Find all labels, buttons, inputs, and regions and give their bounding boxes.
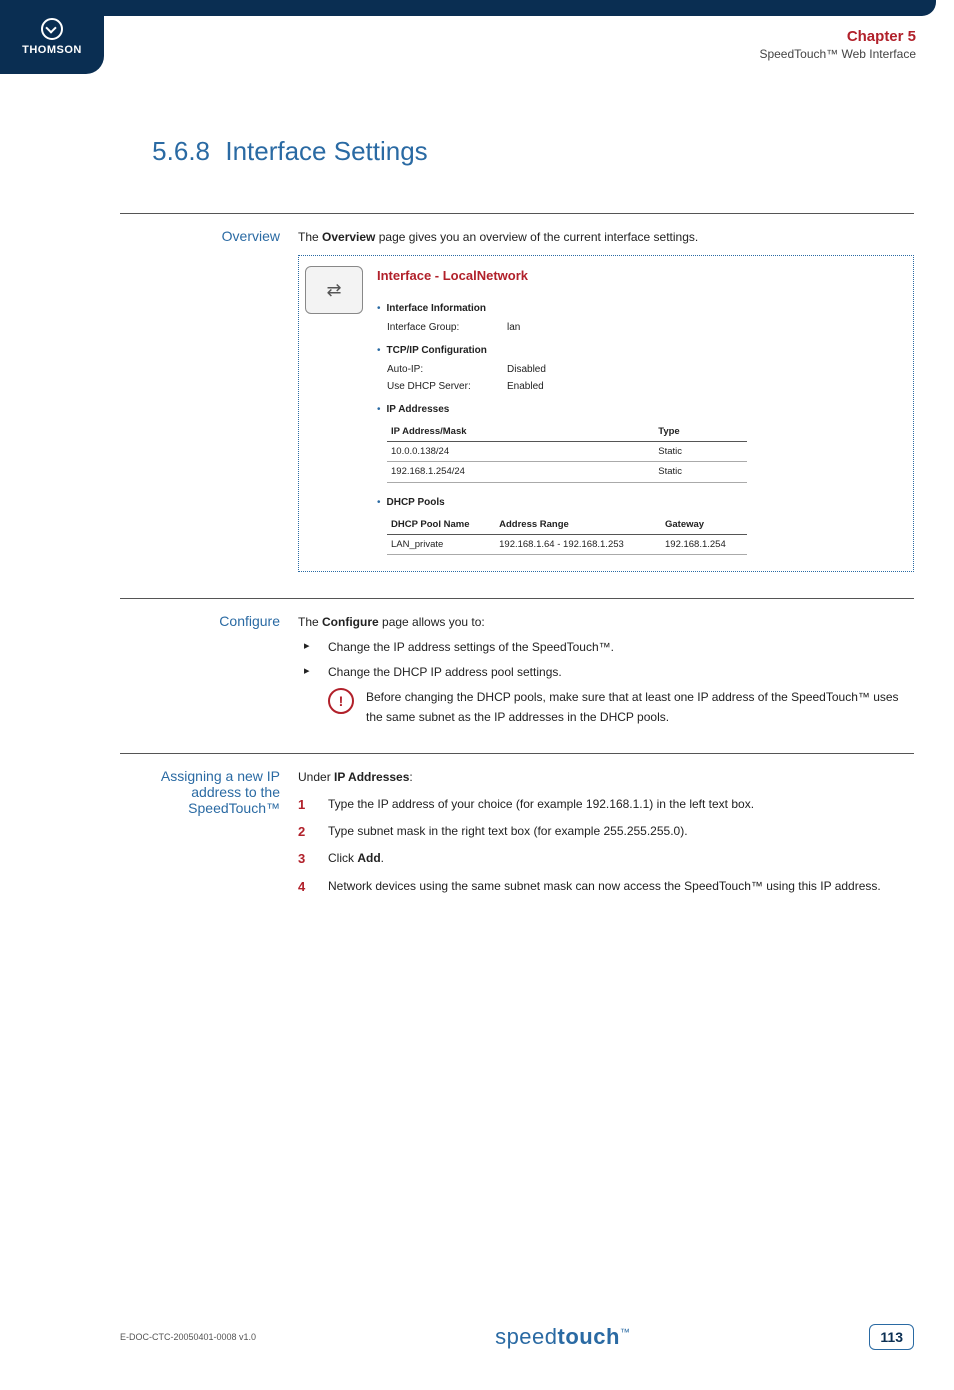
text-bold: Configure: [322, 615, 379, 629]
kv-key: Auto-IP:: [387, 362, 507, 378]
text: page allows you to:: [379, 615, 485, 629]
interface-screenshot: ⇄ Interface - LocalNetwork • Interface In…: [298, 255, 914, 572]
td: 192.168.1.64 - 192.168.1.253: [495, 534, 661, 554]
text: .: [381, 851, 384, 865]
thomson-icon: [41, 18, 63, 40]
logo-bold: touch: [558, 1324, 620, 1349]
bullet-icon: •: [377, 405, 381, 415]
text: :: [409, 770, 412, 784]
list-item: Type the IP address of your choice (for …: [298, 795, 914, 814]
th: IP Address/Mask: [387, 422, 631, 442]
kv-key: Use DHCP Server:: [387, 379, 507, 395]
text: Under: [298, 770, 334, 784]
logo-tm: ™: [620, 1327, 631, 1338]
kv-val: Disabled: [507, 362, 546, 378]
note-text: Before changing the DHCP pools, make sur…: [366, 688, 914, 726]
th: Type: [654, 422, 747, 442]
top-bar: [0, 0, 936, 16]
text-bold: Overview: [322, 230, 375, 244]
table-row: 10.0.0.138/24 Static: [387, 442, 747, 462]
kv-key: Interface Group:: [387, 320, 507, 336]
td: 10.0.0.138/24: [387, 442, 631, 462]
brand-text: THOMSON: [0, 44, 104, 56]
list-item: Change the IP address settings of the Sp…: [298, 638, 914, 657]
list-item: Change the DHCP IP address pool settings…: [298, 663, 914, 682]
bullet-icon: •: [377, 498, 381, 508]
panel-title: Interface - LocalNetwork: [377, 266, 903, 287]
pool-table: DHCP Pool NameAddress RangeGateway LAN_p…: [387, 515, 747, 555]
assign-steps: Type the IP address of your choice (for …: [298, 795, 914, 896]
list-item: Click Add.: [298, 849, 914, 868]
header-right: Chapter 5 SpeedTouch™ Web Interface: [759, 28, 916, 61]
text: The: [298, 230, 322, 244]
td: Static: [654, 442, 747, 462]
text: The: [298, 615, 322, 629]
ip-heading: IP Addresses: [387, 402, 450, 418]
network-icon: ⇄: [305, 266, 363, 314]
td: 192.168.1.254/24: [387, 462, 631, 482]
text-bold: Add: [357, 851, 380, 865]
brand-logo: THOMSON: [0, 0, 104, 74]
bullet-icon: •: [377, 304, 381, 314]
overview-intro: The Overview page gives you an overview …: [298, 228, 914, 247]
th: Gateway: [661, 515, 747, 535]
page-number: 113: [869, 1324, 914, 1350]
td: Static: [654, 462, 747, 482]
section-heading: 5.6.8 Interface Settings: [120, 136, 914, 167]
th: Address Range: [495, 515, 661, 535]
logo-light: speed: [495, 1324, 557, 1349]
kv-val: lan: [507, 320, 520, 336]
list-item: Type subnet mask in the right text box (…: [298, 822, 914, 841]
td: 192.168.1.254: [661, 534, 747, 554]
configure-label: Configure: [120, 613, 298, 629]
assign-block: Assigning a new IP address to the SpeedT…: [120, 753, 914, 904]
text: Click: [328, 851, 357, 865]
kv-val: Enabled: [507, 379, 544, 395]
configure-intro: The Configure page allows you to:: [298, 613, 914, 632]
table-row: LAN_private192.168.1.64 - 192.168.1.2531…: [387, 534, 747, 554]
configure-block: Configure The Configure page allows you …: [120, 598, 914, 727]
th: DHCP Pool Name: [387, 515, 495, 535]
ip-table: IP Address/MaskType 10.0.0.138/24Static …: [387, 422, 747, 483]
chapter-subtitle: SpeedTouch™ Web Interface: [759, 47, 916, 61]
warning-icon: !: [328, 688, 354, 714]
chapter-label: Chapter 5: [759, 28, 916, 45]
tcp-heading: TCP/IP Configuration: [387, 343, 487, 359]
text-bold: IP Addresses: [334, 770, 409, 784]
doc-reference: E-DOC-CTC-20050401-0008 v1.0: [120, 1332, 256, 1342]
page-footer: E-DOC-CTC-20050401-0008 v1.0 speedtouch™…: [0, 1324, 954, 1390]
overview-block: Overview The Overview page gives you an …: [120, 213, 914, 572]
list-item: Network devices using the same subnet ma…: [298, 877, 914, 896]
warning-note: ! Before changing the DHCP pools, make s…: [328, 688, 914, 726]
assign-under: Under IP Addresses:: [298, 768, 914, 787]
assign-label: Assigning a new IP address to the SpeedT…: [120, 768, 298, 816]
configure-list: Change the IP address settings of the Sp…: [298, 638, 914, 682]
table-row: 192.168.1.254/24 Static: [387, 462, 747, 482]
td: LAN_private: [387, 534, 495, 554]
section-title: Interface Settings: [225, 136, 427, 166]
text: page gives you an overview of the curren…: [375, 230, 698, 244]
info-heading: Interface Information: [387, 301, 486, 317]
bullet-icon: •: [377, 346, 381, 356]
overview-label: Overview: [120, 228, 298, 244]
pool-heading: DHCP Pools: [387, 495, 445, 511]
section-number: 5.6.8: [120, 136, 222, 167]
footer-logo: speedtouch™: [495, 1324, 630, 1350]
